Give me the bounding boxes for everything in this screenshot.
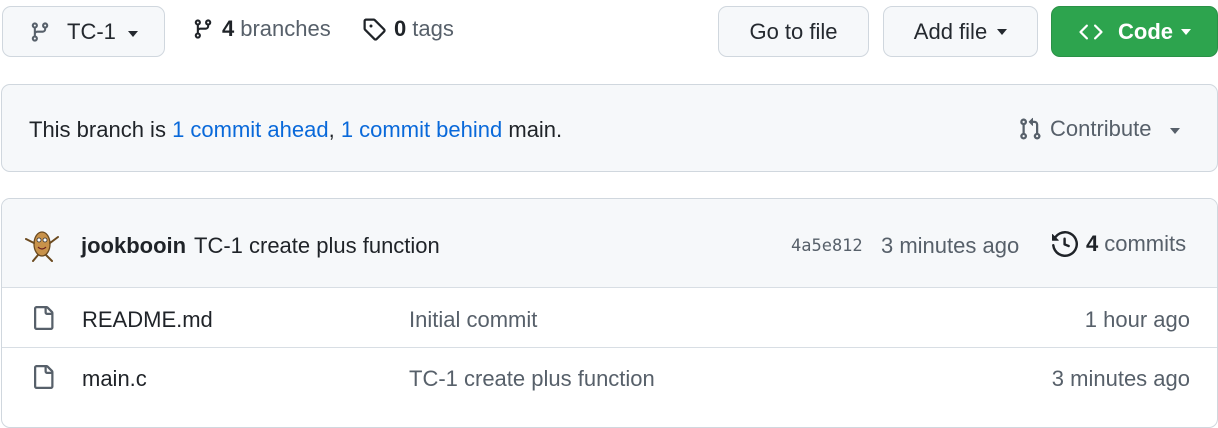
tags-link[interactable]: 0 tags — [362, 16, 454, 42]
caret-down-icon — [127, 30, 138, 37]
latest-commit-header: jookbooin TC-1 create plus function 4a5e… — [2, 199, 1217, 287]
file-row: main.c TC-1 create plus function 3 minut… — [2, 347, 1217, 406]
branch-select-button[interactable]: TC-1 — [2, 6, 165, 57]
compare-comma: , — [328, 117, 341, 142]
file-commit-message[interactable]: Initial commit — [409, 307, 537, 333]
code-button[interactable]: Code — [1051, 6, 1218, 57]
contribute-label: Contribute — [1050, 116, 1152, 141]
caret-down-icon — [1169, 128, 1180, 134]
commit-message[interactable]: TC-1 create plus function — [194, 233, 440, 259]
caret-down-icon — [1181, 28, 1191, 35]
git-branch-icon — [192, 17, 214, 41]
add-file-button[interactable]: Add file — [883, 6, 1038, 57]
code-icon — [1078, 20, 1104, 44]
file-list-box: jookbooin TC-1 create plus function 4a5e… — [1, 198, 1218, 428]
branch-name: TC-1 — [67, 18, 116, 44]
file-commit-message[interactable]: TC-1 create plus function — [409, 366, 655, 392]
file-icon — [31, 364, 55, 390]
file-name[interactable]: main.c — [82, 366, 147, 392]
git-pull-request-icon — [1018, 116, 1042, 142]
row-divider — [2, 287, 1217, 288]
commit-time: 3 minutes ago — [881, 233, 1020, 258]
commits-link[interactable]: 4 commits — [1052, 230, 1187, 258]
commit-sha[interactable]: 4a5e812 — [791, 236, 863, 256]
file-commit-time: 1 hour ago — [1084, 307, 1190, 332]
branches-link[interactable]: 4 branches — [192, 16, 331, 42]
tags-count: 0 — [394, 16, 407, 41]
caret-down-icon — [997, 28, 1008, 35]
avatar[interactable] — [22, 223, 62, 263]
compare-suffix: main. — [502, 117, 563, 142]
file-name[interactable]: README.md — [82, 307, 213, 333]
branches-count: 4 — [222, 16, 235, 41]
go-to-file-label: Go to file — [749, 18, 838, 44]
file-icon — [31, 305, 55, 331]
go-to-file-button[interactable]: Go to file — [718, 6, 869, 57]
tag-icon — [362, 17, 386, 41]
commits-label: commits — [1104, 231, 1187, 256]
compare-prefix: This branch is — [29, 117, 173, 142]
git-branch-icon — [29, 20, 51, 44]
branch-compare-bar: This branch is 1 commit ahead, 1 commit … — [1, 84, 1218, 172]
row-divider — [2, 347, 1217, 348]
tags-label: tags — [412, 16, 454, 41]
contribute-dropdown[interactable]: Contribute — [1018, 116, 1180, 142]
history-icon — [1052, 230, 1079, 258]
file-commit-time: 3 minutes ago — [1051, 366, 1190, 391]
commit-count: 4 — [1086, 231, 1099, 256]
branches-label: branches — [240, 16, 331, 41]
file-row: README.md Initial commit 1 hour ago — [2, 287, 1217, 347]
add-file-label: Add file — [913, 18, 988, 44]
branch-compare-text: This branch is 1 commit ahead, 1 commit … — [29, 117, 562, 143]
code-label: Code — [1118, 18, 1173, 44]
commit-author[interactable]: jookbooin — [81, 233, 186, 259]
commits-behind-link[interactable]: 1 commit behind — [341, 117, 502, 142]
commits-ahead-link[interactable]: 1 commit ahead — [172, 117, 329, 142]
